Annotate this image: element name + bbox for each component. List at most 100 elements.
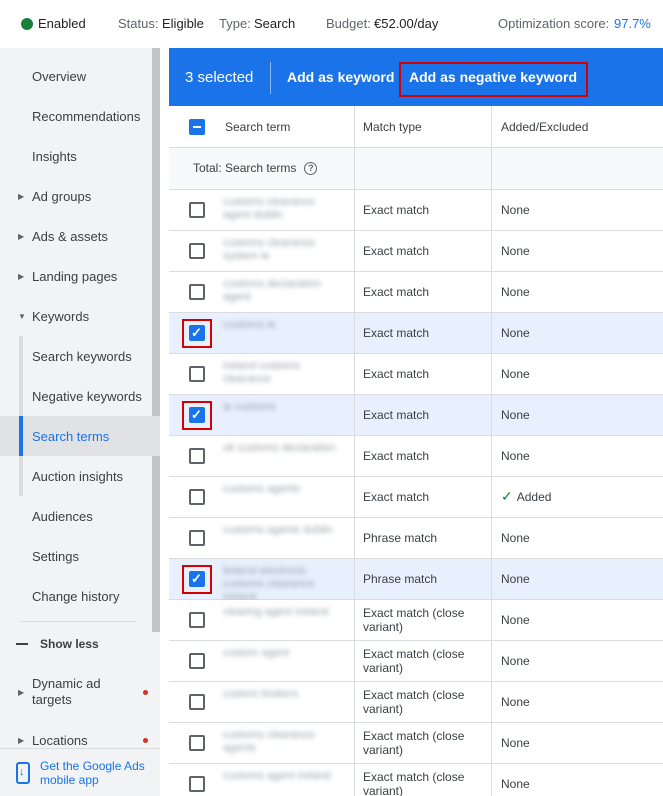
row-checkbox[interactable] <box>189 202 205 218</box>
search-term-text[interactable]: clearing agent ireland <box>223 606 343 619</box>
table-row[interactable]: uk customs declaration Exact match None <box>169 436 663 477</box>
search-term-text[interactable]: customs declaration agent <box>223 278 343 304</box>
sidebar-item-search-keywords[interactable]: Search keywords <box>0 336 160 376</box>
search-term-text[interactable]: customs clearance agents <box>223 729 343 755</box>
row-checkbox[interactable] <box>189 776 205 792</box>
budget-value[interactable]: €52.00/day <box>374 16 438 31</box>
checkmark-icon: ✓ <box>501 488 513 504</box>
sidebar-item-recommendations[interactable]: Recommendations <box>0 96 160 136</box>
added-excluded-value: None <box>501 244 530 258</box>
added-excluded-text: None <box>501 695 530 709</box>
table-row[interactable]: customs clearance agents Exact match (clo… <box>169 723 663 764</box>
table-row[interactable]: ireland customs clearance Exact match None <box>169 354 663 395</box>
sidebar-item-dynamic-ad-targets[interactable]: ▶ Dynamic ad targets <box>0 672 160 712</box>
search-term-text[interactable]: custom brokers <box>223 688 343 701</box>
header-added-excluded[interactable]: Added/Excluded <box>501 120 588 134</box>
optimization-score-value[interactable]: 97.7% <box>614 16 651 31</box>
search-terms-table: Search term Match type Added/Excluded To… <box>169 106 663 796</box>
table-row[interactable]: customs agents Exact match ✓ Added <box>169 477 663 518</box>
search-term-text[interactable]: customs agents dublin <box>223 524 343 537</box>
table-row[interactable]: customs clearance system ie Exact match No… <box>169 231 663 272</box>
mobile-app-link[interactable]: Get the Google Ads mobile app <box>40 759 155 787</box>
added-excluded-value: None <box>501 695 530 709</box>
type-label: Type: <box>219 16 251 31</box>
show-less-label: Show less <box>40 637 99 651</box>
row-checkbox[interactable] <box>189 284 205 300</box>
row-checkbox[interactable] <box>189 489 205 505</box>
sidebar-item-settings[interactable]: Settings <box>0 536 160 576</box>
table-row[interactable]: ie customs Exact match None <box>169 395 663 436</box>
table-row[interactable]: custom agent Exact match (close variant) N… <box>169 641 663 682</box>
row-checkbox[interactable] <box>189 653 205 669</box>
row-checkbox[interactable] <box>189 448 205 464</box>
table-row[interactable]: customs declaration agent Exact match None <box>169 272 663 313</box>
checkbox-highlight-box <box>182 319 212 348</box>
search-term-text[interactable]: ireland customs clearance <box>223 360 343 386</box>
table-row[interactable]: customs clearance agent dublin Exact matc… <box>169 190 663 231</box>
sidebar-item-keywords[interactable]: ▼ Keywords <box>0 296 160 336</box>
sidebar-item-label: Search keywords <box>32 348 132 364</box>
table-row[interactable]: customs agents dublin Phrase match None <box>169 518 663 559</box>
added-excluded-text: None <box>501 449 530 463</box>
optimization-score-label: Optimization score: <box>498 16 610 31</box>
table-row[interactable]: customs ie Exact match None <box>169 313 663 354</box>
table-row[interactable]: customs agent ireland Exact match (close … <box>169 764 663 796</box>
caret-right-icon: ▶ <box>18 735 25 745</box>
search-term-text[interactable]: custom agent <box>223 647 343 660</box>
match-type-text: Exact match <box>363 244 430 258</box>
caret-right-icon: ▶ <box>18 271 25 281</box>
added-excluded-value: None <box>501 408 530 422</box>
row-checkbox[interactable] <box>189 243 205 259</box>
search-term-text[interactable]: ie customs <box>223 401 343 414</box>
row-checkbox[interactable] <box>189 735 205 751</box>
added-excluded-value: None <box>501 531 530 545</box>
sidebar-item-label: Landing pages <box>32 268 118 284</box>
match-type-text: Exact match <box>363 285 430 299</box>
row-checkbox[interactable] <box>189 694 205 710</box>
mobile-app-promo[interactable]: Get the Google Ads mobile app <box>0 748 160 796</box>
sidebar-item-label: Negative keywords <box>32 388 142 404</box>
row-checkbox[interactable] <box>189 366 205 382</box>
sidebar-item-audiences[interactable]: Audiences <box>0 496 160 536</box>
sidebar-item-search-terms[interactable]: Search terms <box>0 416 160 456</box>
status-value: Eligible <box>162 16 204 31</box>
search-term-text[interactable]: customs ie <box>223 319 343 332</box>
sidebar-item-auction-insights[interactable]: Auction insights <box>0 456 160 496</box>
search-term-text[interactable]: federal electronic customs clearance ire… <box>223 565 343 604</box>
sidebar-item-negative-keywords[interactable]: Negative keywords <box>0 376 160 416</box>
table-row[interactable]: clearing agent ireland Exact match (close… <box>169 600 663 641</box>
sidebar-item-label: Ads & assets <box>32 228 108 244</box>
notification-dot <box>143 690 148 695</box>
row-checkbox[interactable] <box>189 530 205 546</box>
show-less-button[interactable]: Show less <box>16 636 99 652</box>
sidebar-item-overview[interactable]: Overview <box>0 56 160 96</box>
sidebar-item-ad-groups[interactable]: ▶ Ad groups <box>0 176 160 216</box>
checkbox-highlight-box <box>182 565 212 594</box>
search-term-text[interactable]: customs agent ireland <box>223 770 343 783</box>
added-excluded-text: None <box>501 531 530 545</box>
search-term-text[interactable]: uk customs declaration <box>223 442 343 455</box>
header-match-type[interactable]: Match type <box>363 120 422 134</box>
table-row[interactable]: federal electronic customs clearance ire… <box>169 559 663 603</box>
sidebar-item-landing-pages[interactable]: ▶ Landing pages <box>0 256 160 296</box>
total-label-text: Total: Search terms <box>193 161 297 175</box>
added-excluded-value: ✓ Added <box>501 488 551 505</box>
add-as-keyword-button[interactable]: Add as keyword <box>287 69 394 85</box>
enabled-label[interactable]: Enabled <box>38 16 86 31</box>
search-term-text[interactable]: customs agents <box>223 483 343 496</box>
sidebar-item-label: Recommendations <box>32 108 141 124</box>
table-row[interactable]: custom brokers Exact match (close variant… <box>169 682 663 723</box>
header-search-term[interactable]: Search term <box>225 120 290 134</box>
select-all-checkbox[interactable] <box>189 119 205 135</box>
sidebar-item-ads-assets[interactable]: ▶ Ads & assets <box>0 216 160 256</box>
search-term-text[interactable]: customs clearance agent dublin <box>223 196 343 222</box>
search-term-text[interactable]: customs clearance system ie <box>223 237 343 263</box>
row-checkbox[interactable] <box>189 612 205 628</box>
enabled-status-icon <box>21 18 33 30</box>
help-icon[interactable]: ? <box>304 162 318 176</box>
added-excluded-value: None <box>501 572 530 586</box>
sidebar-item-label: Change history <box>32 588 120 604</box>
sidebar-item-insights[interactable]: Insights <box>0 136 160 176</box>
match-type-text: Exact match <box>363 408 430 422</box>
sidebar-item-change-history[interactable]: Change history <box>0 576 160 616</box>
